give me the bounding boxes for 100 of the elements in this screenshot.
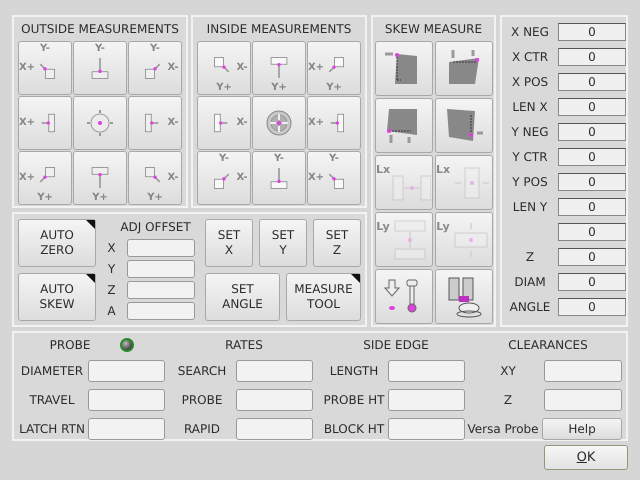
circle-drawing	[87, 110, 113, 136]
axis-label: Y-	[95, 44, 105, 54]
axis-label: X-	[236, 173, 248, 183]
input-field[interactable]	[236, 418, 313, 440]
action-button[interactable]: SET Z	[313, 219, 361, 267]
field-label: LENGTH	[328, 363, 380, 380]
field-label: Z	[502, 392, 514, 409]
readout-label: ANGLE	[508, 299, 552, 316]
probe-button[interactable]	[374, 98, 432, 153]
probe-button[interactable]	[434, 269, 492, 324]
action-button[interactable]: AUTO ZERO	[18, 219, 96, 267]
readout-field: 0	[558, 248, 626, 266]
probe-button[interactable]	[252, 96, 306, 150]
input-field[interactable]	[88, 418, 165, 440]
axis-label: Ly	[436, 219, 450, 235]
input-field[interactable]	[126, 239, 194, 258]
input-field[interactable]	[126, 260, 194, 278]
action-button[interactable]: MEASURE TOOL	[286, 273, 361, 321]
probe-button[interactable]: Y- X+	[307, 151, 361, 205]
readout-label: X NEG	[510, 24, 550, 41]
probe-button[interactable]: X-	[197, 96, 251, 150]
probe-button[interactable]: X- Y+	[197, 41, 251, 95]
axis-label: X+	[18, 173, 36, 183]
probe-button[interactable]: X+	[18, 96, 72, 150]
field-label: Y	[106, 261, 116, 278]
axis-label: X+	[308, 63, 324, 73]
input-field[interactable]	[236, 360, 313, 382]
probe-button[interactable]: Y+	[73, 151, 127, 205]
axis-label: X+	[18, 118, 36, 128]
axis-label: Y-	[40, 44, 50, 54]
action-button[interactable]: SET Y	[259, 219, 307, 267]
block-drawing	[90, 166, 110, 190]
input-field[interactable]	[388, 389, 465, 411]
readout-field: 0	[558, 48, 626, 66]
input-field[interactable]	[388, 360, 465, 382]
probe-button[interactable]: Y- X+	[18, 41, 72, 95]
readout-label: LEN Y	[512, 199, 548, 216]
input-field[interactable]	[88, 360, 165, 382]
action-button[interactable]: AUTO SKEW	[18, 273, 96, 321]
axis-label: X-	[236, 118, 248, 128]
input-field[interactable]	[126, 302, 194, 320]
probe-button[interactable]: X+ Y+	[18, 151, 72, 205]
axis-label: Lx	[376, 162, 390, 178]
section-title: CLEARANCES	[508, 337, 588, 354]
readout-field: 0	[558, 298, 626, 316]
field-label: BLOCK HT	[322, 421, 386, 438]
probe-button[interactable]: Y+	[252, 41, 306, 95]
help-button[interactable]: Help	[542, 418, 622, 440]
ok-button[interactable]: OK	[544, 445, 628, 470]
probe-button[interactable]	[374, 41, 432, 96]
axis-label: Y+	[37, 192, 53, 202]
probe-button[interactable]	[374, 269, 432, 324]
readout-label: LEN X	[511, 99, 549, 116]
field-label: Z	[106, 282, 116, 299]
input-field[interactable]	[544, 360, 622, 382]
probe-button[interactable]	[434, 98, 492, 153]
input-field[interactable]	[236, 389, 313, 411]
probe-button[interactable]: Y-	[73, 41, 127, 95]
panel-title: OUTSIDE MEASUREMENTS	[21, 21, 179, 38]
action-button[interactable]: SET ANGLE	[205, 273, 280, 321]
readout-field: 0	[558, 148, 626, 166]
axis-label: Y+	[326, 82, 342, 92]
section-title: PROBE	[50, 337, 90, 354]
probe-button[interactable]: X+ Y+	[307, 41, 361, 95]
axis-label: Ly	[376, 219, 390, 235]
field-label: PROBE	[180, 392, 224, 409]
probe-button[interactable]: Y-	[252, 151, 306, 205]
probe-button[interactable]: Y- X-	[197, 151, 251, 205]
readout-field: 0	[558, 223, 626, 241]
readout-field: 0	[558, 98, 626, 116]
axis-label: X-	[236, 63, 248, 73]
section-title: SIDE EDGE	[363, 337, 429, 354]
input-field[interactable]	[88, 389, 165, 411]
field-label: RAPID	[182, 421, 222, 438]
readout-label: Y POS	[511, 174, 549, 191]
readout-field: 0	[558, 198, 626, 216]
input-field[interactable]	[126, 280, 194, 299]
readout-label: Z	[524, 249, 536, 266]
input-field[interactable]	[544, 389, 622, 411]
readout-label: Y NEG	[510, 124, 550, 141]
probe-button[interactable]	[434, 41, 492, 96]
axis-label: X+	[308, 118, 324, 128]
readout-label: DIAM	[513, 274, 547, 291]
axis-label: Y-	[329, 154, 339, 164]
field-label: LATCH RTN	[18, 421, 86, 438]
block-drawing	[90, 56, 110, 80]
panel-title: INSIDE MEASUREMENTS	[206, 21, 352, 38]
readout-field: 0	[558, 173, 626, 191]
input-field[interactable]	[388, 418, 465, 440]
section-title: RATES	[225, 337, 263, 354]
probe-button[interactable]: X+	[307, 96, 361, 150]
probe-button[interactable]: X- Y+	[128, 151, 182, 205]
probe-button[interactable]: Y- X-	[128, 41, 182, 95]
axis-label: Lx	[436, 162, 450, 178]
readout-field: 0	[558, 123, 626, 141]
axis-label: Y-	[219, 154, 229, 164]
probe-button[interactable]: X-	[128, 96, 182, 150]
readout-field: 0	[558, 73, 626, 91]
action-button[interactable]: SET X	[205, 219, 253, 267]
section-title: ADJ OFFSET	[119, 219, 191, 236]
